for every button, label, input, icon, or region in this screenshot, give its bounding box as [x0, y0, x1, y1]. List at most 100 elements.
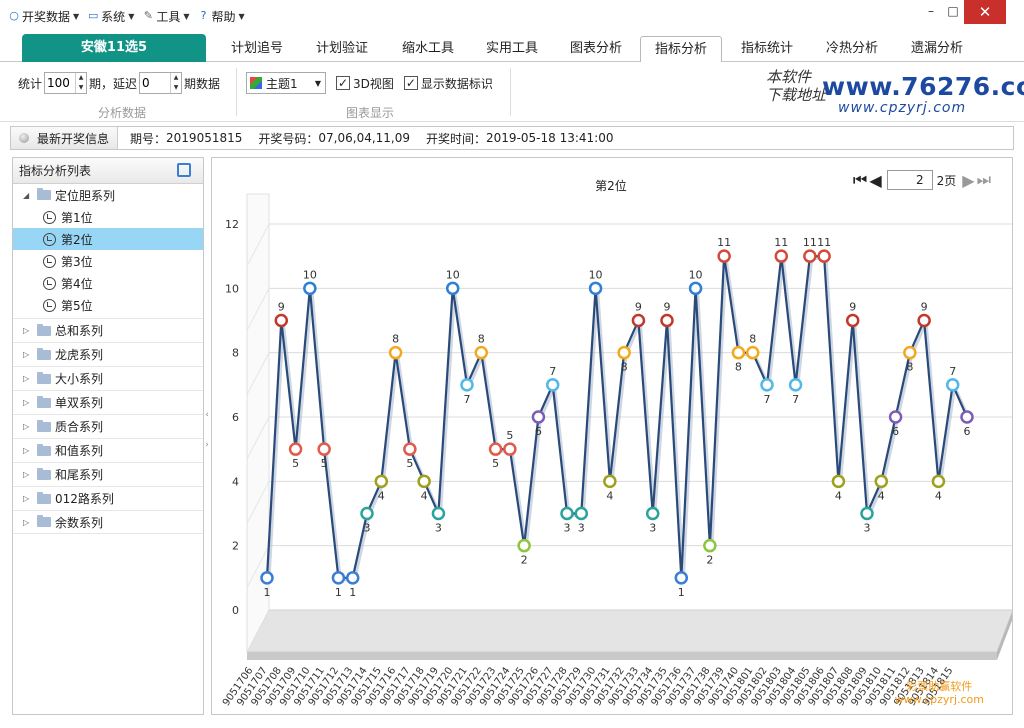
menu-tools[interactable]: ✎ 工具 ▼ [142, 8, 190, 25]
tab-plan-chase[interactable]: 计划追号 [216, 36, 298, 62]
chevron-down-icon: ▼ [314, 78, 321, 88]
tree-group-prime-composite[interactable]: ▷ 质合系列 [13, 414, 203, 438]
tree-group-label: 定位胆系列 [55, 188, 116, 203]
expand-triangle-icon[interactable]: ▷ [23, 398, 33, 407]
stat-count-input[interactable] [45, 73, 76, 93]
theme-select[interactable]: 主题1 ▼ [246, 72, 326, 94]
tree-group-label: 龙虎系列 [55, 348, 104, 362]
checkmark-icon[interactable]: ✓ [403, 76, 418, 90]
panel-splitter[interactable]: ‹ › [204, 400, 210, 460]
collapse-triangle-icon[interactable]: ◢ [23, 191, 33, 200]
data-label: 8 [621, 361, 628, 374]
data-label: 9 [635, 301, 642, 314]
tree-group-remainder[interactable]: ▷ 余数系列 [13, 510, 203, 534]
tab-omission[interactable]: 遗漏分析 [894, 36, 980, 62]
tab-lottery[interactable]: 安徽11选5 [22, 34, 206, 62]
expand-triangle-icon[interactable]: ▷ [23, 350, 33, 359]
chevron-left-icon[interactable]: ‹ [204, 400, 210, 430]
watermark: 彩票助赢软件 www.cpzyrj.com [895, 680, 984, 706]
tree-group-012-route[interactable]: ▷ 012路系列 [13, 486, 203, 510]
menu-help[interactable]: ? 帮助 ▼ [198, 8, 245, 25]
tree-group-dragon-tiger[interactable]: ▷ 龙虎系列 [13, 342, 203, 366]
maximize-button[interactable]: □ [942, 0, 964, 22]
data-label: 11 [803, 236, 817, 249]
tree-group-big-small[interactable]: ▷ 大小系列 [13, 366, 203, 390]
expand-triangle-icon[interactable]: ▷ [23, 494, 33, 503]
data-label: 9 [849, 301, 856, 314]
tree-group-position[interactable]: ◢ 定位胆系列 [13, 184, 203, 206]
data-label: 10 [689, 268, 703, 281]
data-point [631, 313, 646, 328]
data-point [503, 442, 517, 456]
tab-utility-tool[interactable]: 实用工具 [471, 36, 553, 62]
tree-group-sum[interactable]: ▷ 总和系列 [13, 318, 203, 342]
tab-chart-analysis[interactable]: 图表分析 [555, 36, 637, 62]
data-label: 11 [717, 236, 731, 249]
theme-value: 主题1 [266, 76, 298, 91]
latest-draw-button[interactable]: 最新开奖信息 [11, 127, 119, 149]
tree-item-pos3[interactable]: 第3位 [13, 250, 203, 272]
tab-indicator-stats[interactable]: 指标统计 [725, 36, 809, 62]
numbers-value: 07,06,04,11,09 [318, 131, 411, 145]
expand-triangle-icon[interactable]: ▷ [23, 326, 33, 335]
tree-item-pos4[interactable]: 第4位 [13, 272, 203, 294]
minimize-button[interactable]: – [920, 0, 942, 22]
folder-icon [37, 515, 51, 527]
tab-shrink-tool[interactable]: 缩水工具 [386, 36, 470, 62]
data-point [845, 313, 860, 328]
menu-kaijiang[interactable]: ○ 开奖数据 ▼ [8, 8, 79, 25]
data-point [831, 474, 846, 489]
data-label: 6 [892, 425, 899, 438]
data-point [788, 378, 803, 392]
3d-view-checkbox[interactable]: ✓ 3D视图 [336, 75, 394, 92]
period-label: 期号： [130, 131, 167, 146]
tab-bar: 安徽11选5 计划追号 计划验证 缩水工具 实用工具 图表分析 指标分析 指标统… [0, 32, 1024, 63]
y-tick-label: 0 [232, 604, 239, 617]
arrow-up-icon[interactable]: ▲ [171, 73, 181, 83]
watermark-line1: 彩票助赢软件 [906, 680, 973, 693]
tree-group-sum-value[interactable]: ▷ 和值系列 [13, 438, 203, 462]
data-label: 10 [303, 268, 317, 281]
expand-triangle-icon[interactable]: ▷ [23, 470, 33, 479]
data-label: 8 [392, 333, 399, 346]
expand-triangle-icon[interactable]: ▷ [23, 374, 33, 383]
checkmark-icon[interactable]: ✓ [336, 76, 350, 90]
arrow-down-icon[interactable]: ▼ [171, 83, 181, 93]
tree-item-pos1[interactable]: 第1位 [13, 206, 203, 228]
group-caption-display: 图表显示 [346, 106, 395, 120]
watermark-line2: www.cpzyrj.com [894, 693, 984, 706]
line-chart: 第2位 0246810121951051 13485431078552673 310… [221, 178, 1012, 708]
data-point [917, 313, 931, 328]
arrow-up-icon[interactable]: ▲ [76, 73, 86, 83]
chevron-down-icon: ▼ [73, 11, 80, 21]
tab-indicator-analysis[interactable]: 指标分析 [640, 36, 722, 63]
chevron-right-icon[interactable]: › [204, 430, 210, 460]
tab-hot-cold[interactable]: 冷热分析 [810, 36, 894, 62]
tree-item-pos5[interactable]: 第5位 [13, 294, 203, 316]
data-label: 3 [564, 522, 571, 535]
tree-group-odd-even[interactable]: ▷ 单双系列 [13, 390, 203, 414]
expand-triangle-icon[interactable]: ▷ [23, 518, 33, 527]
data-point [445, 281, 460, 296]
menu-system[interactable]: ▭ 系统 ▼ [87, 8, 134, 25]
period-delay-label: 期，延迟 [89, 76, 138, 91]
delay-stepper[interactable]: ▲▼ [139, 72, 183, 94]
show-labels-checkbox[interactable]: ✓ 显示数据标识 [403, 75, 493, 92]
arrow-down-icon[interactable]: ▼ [76, 83, 86, 93]
tree-item-pos2[interactable]: 第2位 [13, 228, 203, 250]
logo-url-main: www.76276.com [822, 72, 1024, 101]
folder-icon [37, 323, 51, 336]
stat-count-stepper[interactable]: ▲▼ [44, 72, 88, 94]
tools-icon: ✎ [143, 9, 153, 22]
tree-item-label: 第1位 [61, 210, 93, 225]
expand-triangle-icon[interactable]: ▷ [23, 446, 33, 455]
stepper-arrows[interactable]: ▲ ▼ [75, 73, 86, 93]
data-point [774, 249, 789, 263]
tree-group-sum-tail[interactable]: ▷ 和尾系列 [13, 462, 203, 486]
delay-input[interactable] [140, 73, 171, 93]
expand-triangle-icon[interactable]: ▷ [23, 422, 33, 431]
restore-window-icon[interactable] [177, 163, 191, 177]
close-button[interactable]: ✕ [964, 0, 1006, 24]
tab-plan-verify[interactable]: 计划验证 [300, 36, 384, 62]
stepper-arrows[interactable]: ▲ ▼ [170, 73, 181, 93]
